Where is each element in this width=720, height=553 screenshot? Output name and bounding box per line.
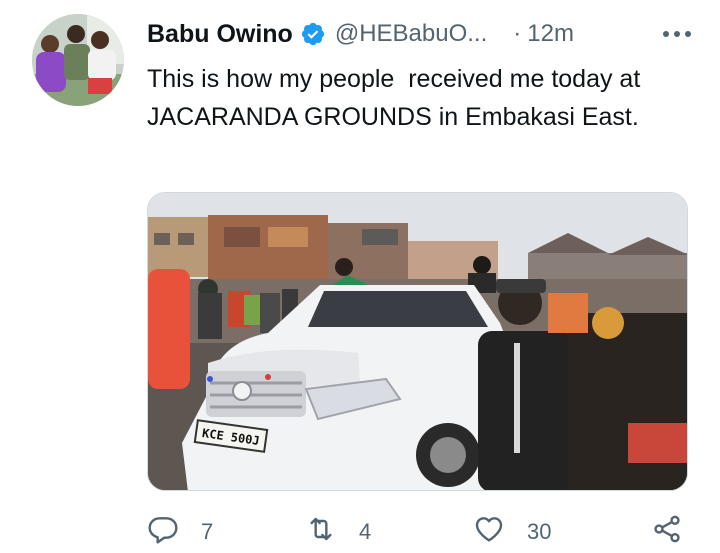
reply-count: 7: [201, 519, 214, 544]
tweet-actions: 7 4 30: [147, 512, 692, 552]
tweet-text: This is how my people received me today …: [147, 65, 648, 131]
share-button[interactable]: [651, 512, 683, 552]
avatar[interactable]: [32, 14, 124, 106]
media-video[interactable]: KCE 500J: [147, 192, 688, 491]
reply-button[interactable]: 7: [147, 512, 213, 552]
retweet-button[interactable]: 4: [305, 512, 371, 552]
like-count: 30: [527, 519, 552, 544]
author-handle[interactable]: @HEBabuO...: [335, 20, 487, 48]
separator-dot: ·: [513, 20, 522, 47]
more-horizontal-icon[interactable]: [652, 18, 692, 50]
share-icon: [651, 513, 683, 551]
verified-badge-icon: [300, 21, 326, 47]
reply-icon: [147, 513, 179, 551]
tweet-header: Babu Owino @HEBabuO... · 12m: [147, 16, 692, 52]
tweet[interactable]: Babu Owino @HEBabuO... · 12m This is how…: [0, 0, 720, 553]
heart-icon: [473, 513, 505, 551]
author-name[interactable]: Babu Owino: [147, 20, 293, 49]
timestamp[interactable]: 12m: [527, 20, 574, 48]
retweet-icon: [305, 513, 337, 551]
retweet-count: 4: [359, 519, 372, 544]
like-button[interactable]: 30: [473, 512, 551, 552]
